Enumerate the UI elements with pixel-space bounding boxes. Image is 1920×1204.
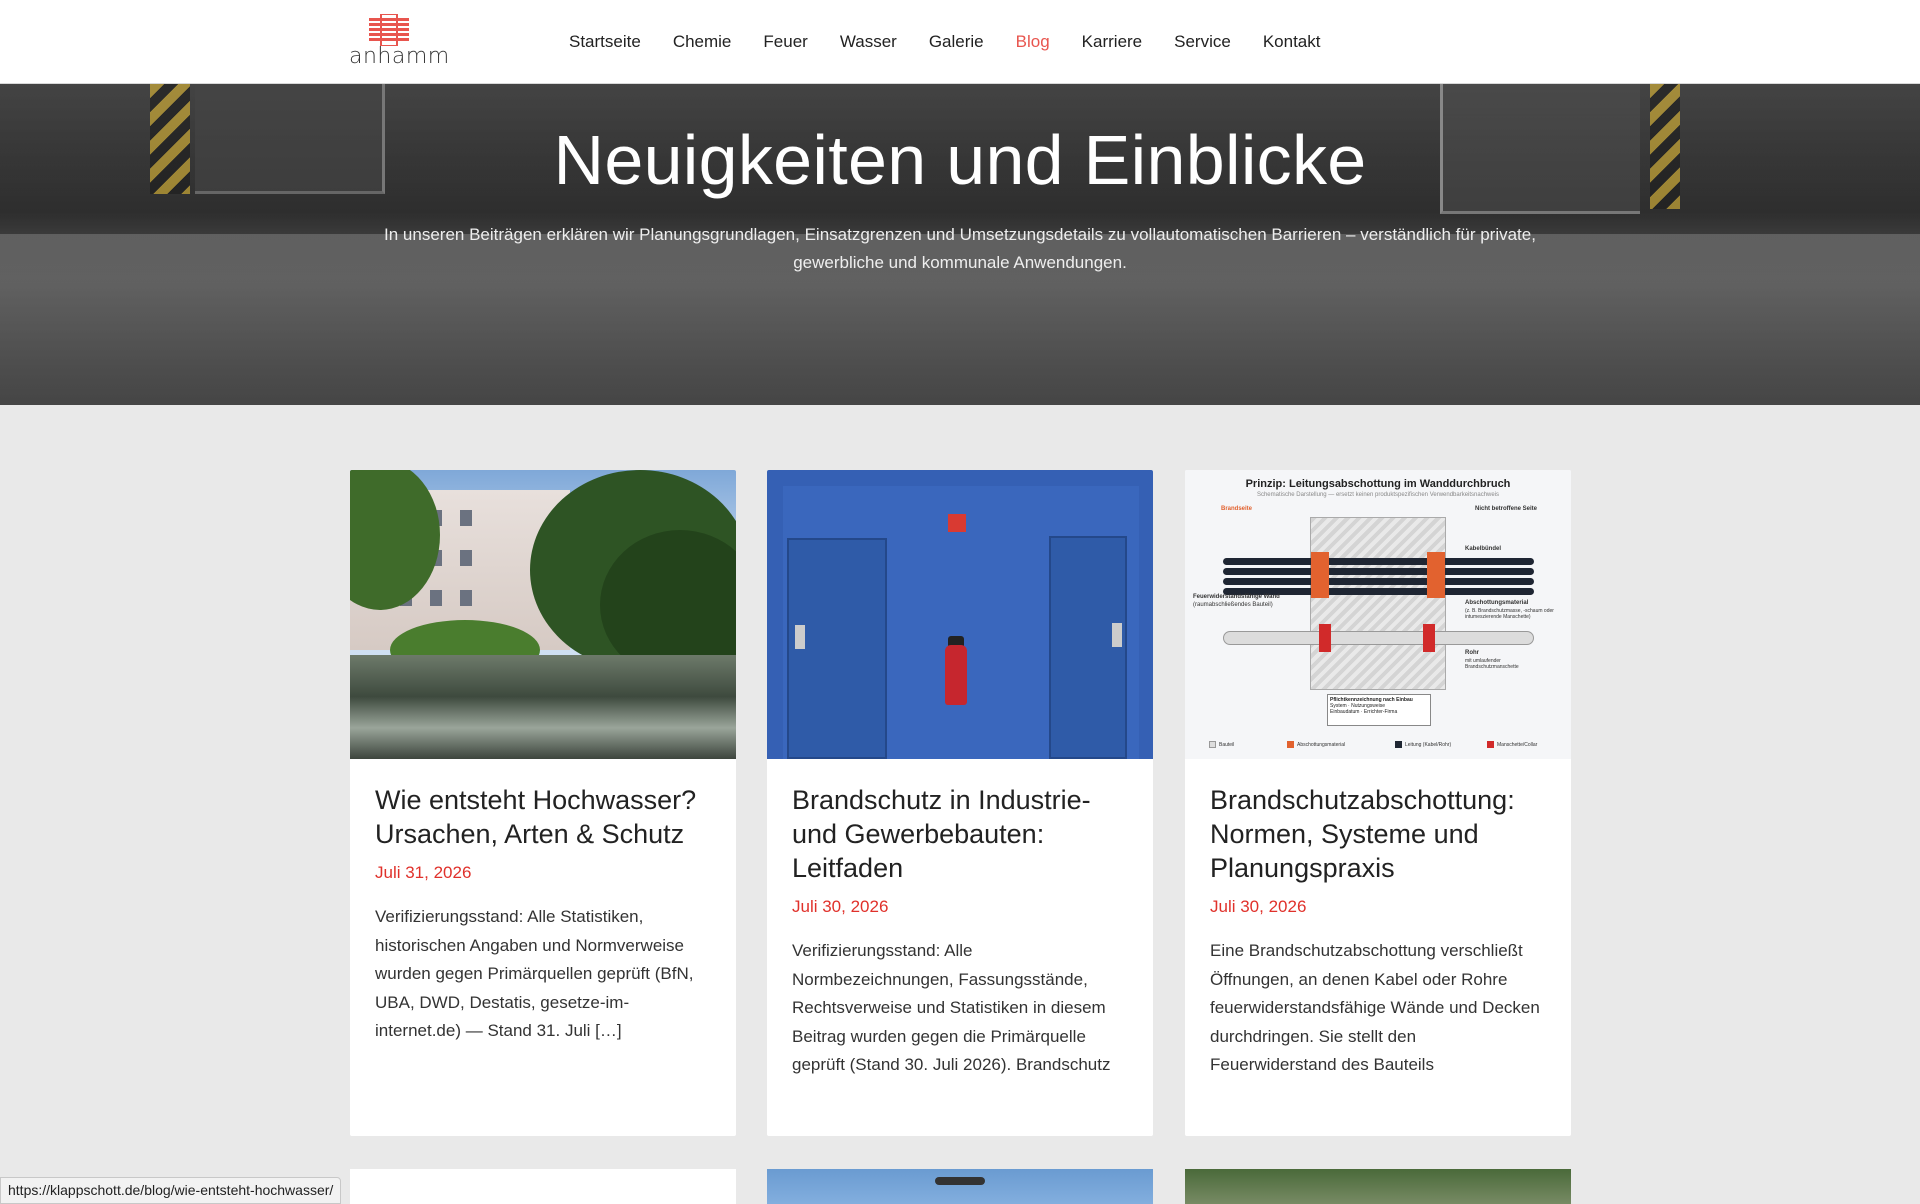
- logo-link[interactable]: anhamm: [349, 14, 455, 72]
- hero-banner: Neuigkeiten und Einblicke In unseren Bei…: [0, 84, 1920, 405]
- nav-item-chemie[interactable]: Chemie: [657, 32, 748, 52]
- link-status-bar: https://klappschott.de/blog/wie-entsteht…: [0, 1177, 342, 1204]
- page-title: Neuigkeiten und Einblicke: [553, 121, 1367, 199]
- blog-card[interactable]: Brandschutz in Industrie- und Gewerbebau…: [767, 470, 1153, 1136]
- legend-item: Manschette/Collar: [1487, 741, 1537, 748]
- blog-card[interactable]: Prinzip: Leitungsabschottung im Wanddurc…: [1185, 470, 1571, 1136]
- site-header: anhamm Startseite Chemie Feuer Wasser Ga…: [0, 0, 1920, 84]
- nav-item-feuer[interactable]: Feuer: [747, 32, 823, 52]
- post-date: Juli 30, 2026: [792, 897, 889, 916]
- diagram-label-wand: Feuerwiderstandsfähige Wand: [1193, 594, 1280, 600]
- post-thumbnail-diagram[interactable]: Prinzip: Leitungsabschottung im Wanddurc…: [1185, 470, 1571, 759]
- blog-card-partial[interactable]: [1185, 1169, 1571, 1204]
- diagram-title: Prinzip: Leitungsabschottung im Wanddurc…: [1245, 478, 1511, 490]
- legend-item: Bauteil: [1209, 741, 1234, 748]
- blog-card-partial[interactable]: [350, 1169, 736, 1204]
- diagram-label-kabel: Kabelbündel: [1465, 546, 1502, 552]
- nav-item-karriere[interactable]: Karriere: [1066, 32, 1158, 52]
- diagram-label-rohr-sub: mit umlaufender Brandschutzmanschette: [1465, 658, 1519, 670]
- nav-item-wasser[interactable]: Wasser: [824, 32, 913, 52]
- post-excerpt: Eine Brandschutzabschottung verschließt …: [1210, 941, 1540, 1074]
- nav-item-startseite[interactable]: Startseite: [553, 32, 657, 52]
- nav-item-galerie[interactable]: Galerie: [913, 32, 1000, 52]
- diagram-wall: [1310, 517, 1446, 690]
- diagram-subtitle: Schematische Darstellung — ersetzt keine…: [1256, 492, 1500, 498]
- main-nav: Startseite Chemie Feuer Wasser Galerie B…: [553, 0, 1336, 84]
- diagram-label-right: Nicht betroffene Seite: [1475, 506, 1538, 512]
- post-excerpt: Verifizierungsstand: Alle Normbezeichnun…: [792, 941, 1111, 1074]
- diagram-label-material-sub: (z. B. Brandschutzmasse, -schaum oder in…: [1465, 608, 1554, 620]
- nav-item-service[interactable]: Service: [1158, 32, 1247, 52]
- nav-item-blog[interactable]: Blog: [1000, 32, 1066, 52]
- nav-item-kontakt[interactable]: Kontakt: [1247, 32, 1337, 52]
- logo-text: anhamm: [349, 44, 450, 69]
- door-right: [1049, 536, 1127, 759]
- legend-item: Abschottungsmaterial: [1287, 741, 1345, 748]
- diagram-label-wand-sub: (raumabschließendes Bauteil): [1193, 602, 1273, 608]
- post-excerpt: Verifizierungsstand: Alle Statistiken, h…: [375, 907, 694, 1040]
- post-title[interactable]: Brandschutzabschottung: Normen, Systeme …: [1210, 783, 1546, 885]
- fire-extinguisher-sign: [948, 514, 966, 532]
- post-title[interactable]: Wie entsteht Hochwasser? Ursachen, Arten…: [375, 783, 711, 851]
- post-thumbnail-fire-extinguisher[interactable]: [767, 470, 1153, 759]
- diagram-label-rohr: Rohr: [1465, 650, 1479, 656]
- post-thumbnail-flood[interactable]: [350, 470, 736, 759]
- diagram-pipe: [1223, 631, 1534, 645]
- diagram-label-left: Brandseite: [1221, 506, 1253, 512]
- diagram-note-line-2: Einbaudatum · Errichter-Firma: [1330, 709, 1398, 715]
- floodwater: [350, 655, 736, 759]
- blog-card-partial[interactable]: [767, 1169, 1153, 1204]
- diagram-label-material: Abschottungsmaterial: [1465, 600, 1529, 606]
- logo-icon: [369, 14, 409, 46]
- diagram-note-box: Pflichtkennzeichnung nach Einbau System …: [1327, 694, 1431, 726]
- legend-item: Leitung (Kabel/Rohr): [1395, 741, 1451, 748]
- post-title[interactable]: Brandschutz in Industrie- und Gewerbebau…: [792, 783, 1128, 885]
- post-date: Juli 31, 2026: [375, 863, 472, 882]
- page-subtitle: In unseren Beiträgen erklären wir Planun…: [384, 225, 1536, 272]
- fire-extinguisher: [945, 645, 967, 705]
- post-date: Juli 30, 2026: [1210, 897, 1307, 916]
- blog-card[interactable]: Wie entsteht Hochwasser? Ursachen, Arten…: [350, 470, 736, 1136]
